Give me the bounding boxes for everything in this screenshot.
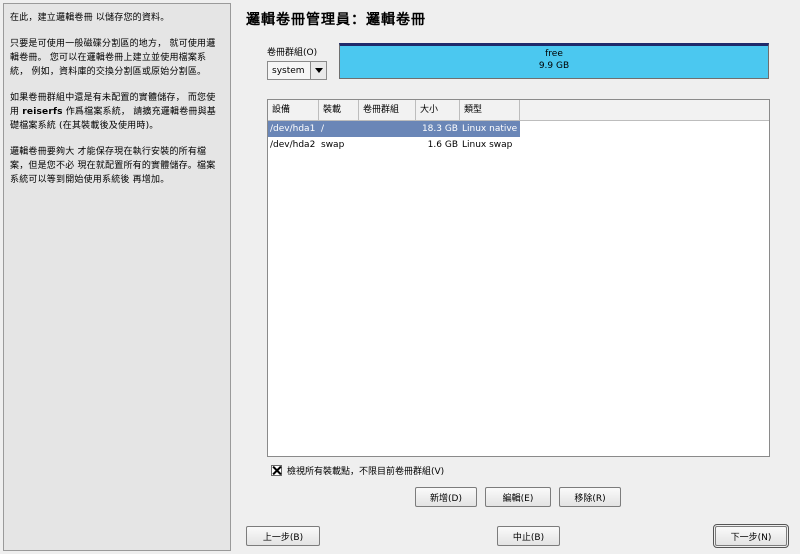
help-paragraph-4: 邏輯卷冊要夠大 才能保存現在執行安裝的所有檔案，但是您不必 現在就配置所有的實體… [10, 147, 216, 185]
cell-size: 1.6 GB [427, 140, 458, 150]
usage-bar-size: 9.9 GB [538, 61, 570, 71]
help-paragraph-1: 在此，建立邏輯卷冊 以儲存您的資料。 [10, 13, 170, 23]
show-all-mountpoints-label: 檢視所有裝載點，不限目前卷冊群組(V) [287, 467, 445, 477]
back-button[interactable]: 上一步(B) [246, 526, 320, 546]
column-header-filler [520, 100, 769, 120]
table-header: 設備 裝載 卷冊群組 大小 類型 [268, 100, 769, 121]
table-row[interactable]: /dev/hda1 / 18.3 GB Linux native [268, 121, 769, 137]
dropdown-arrow-icon[interactable] [310, 62, 326, 79]
cell-volume-group [359, 137, 416, 153]
column-header-device[interactable]: 設備 [268, 100, 319, 120]
edit-button[interactable]: 編輯(E) [485, 487, 551, 507]
page-title: 邏輯卷冊管理員：邏輯卷冊 [246, 12, 426, 28]
show-all-mountpoints-option[interactable]: 檢視所有裝載點，不限目前卷冊群組(V) [271, 464, 444, 477]
add-button[interactable]: 新增(D) [415, 487, 477, 507]
remove-button[interactable]: 移除(R) [559, 487, 621, 507]
volume-group-value: system [272, 65, 305, 76]
column-header-type[interactable]: 類型 [460, 100, 520, 120]
column-header-volume-group[interactable]: 卷冊群組 [359, 100, 416, 120]
cell-type: Linux native [460, 121, 520, 137]
cell-mount: swap [321, 140, 345, 150]
volume-group-select[interactable]: system [267, 61, 327, 80]
cell-mount: / [319, 121, 359, 137]
abort-button[interactable]: 中止(B) [497, 526, 560, 546]
table-row[interactable]: /dev/hda2 swap 1.6 GB Linux swap [268, 137, 769, 153]
column-header-size[interactable]: 大小 [416, 100, 460, 120]
column-header-mount[interactable]: 裝載 [319, 100, 359, 120]
help-panel: 在此，建立邏輯卷冊 以儲存您的資料。 只要是可使用一般磁碟分割區的地方， 就可使… [3, 3, 231, 551]
checkbox-checked-icon[interactable] [271, 465, 282, 476]
volume-usage-bar: free 9.9 GB [339, 43, 769, 79]
volume-group-label: 卷冊群組(O) [267, 48, 318, 58]
usage-bar-label: free [545, 49, 563, 59]
logical-volume-table[interactable]: 設備 裝載 卷冊群組 大小 類型 /dev/hda1 / 18.3 GB Lin… [267, 99, 770, 457]
cell-type: Linux swap [462, 140, 513, 150]
cell-device: /dev/hda2 [270, 140, 316, 150]
cell-device: /dev/hda1 [268, 121, 319, 137]
cell-size: 18.3 GB [416, 121, 460, 137]
cell-volume-group [359, 121, 416, 137]
next-button[interactable]: 下一步(N) [713, 524, 789, 548]
help-paragraph-3: 如果卷冊群組中還是有未配置的實體儲存， 而您使用 reiserfs 作爲檔案系統… [10, 91, 224, 133]
help-paragraph-2: 只要是可使用一般磁碟分割區的地方， 就可使用邏輯卷冊。 您可以在邏輯卷冊上建立並… [10, 39, 216, 77]
help-text-bold: reiserfs [22, 107, 63, 117]
